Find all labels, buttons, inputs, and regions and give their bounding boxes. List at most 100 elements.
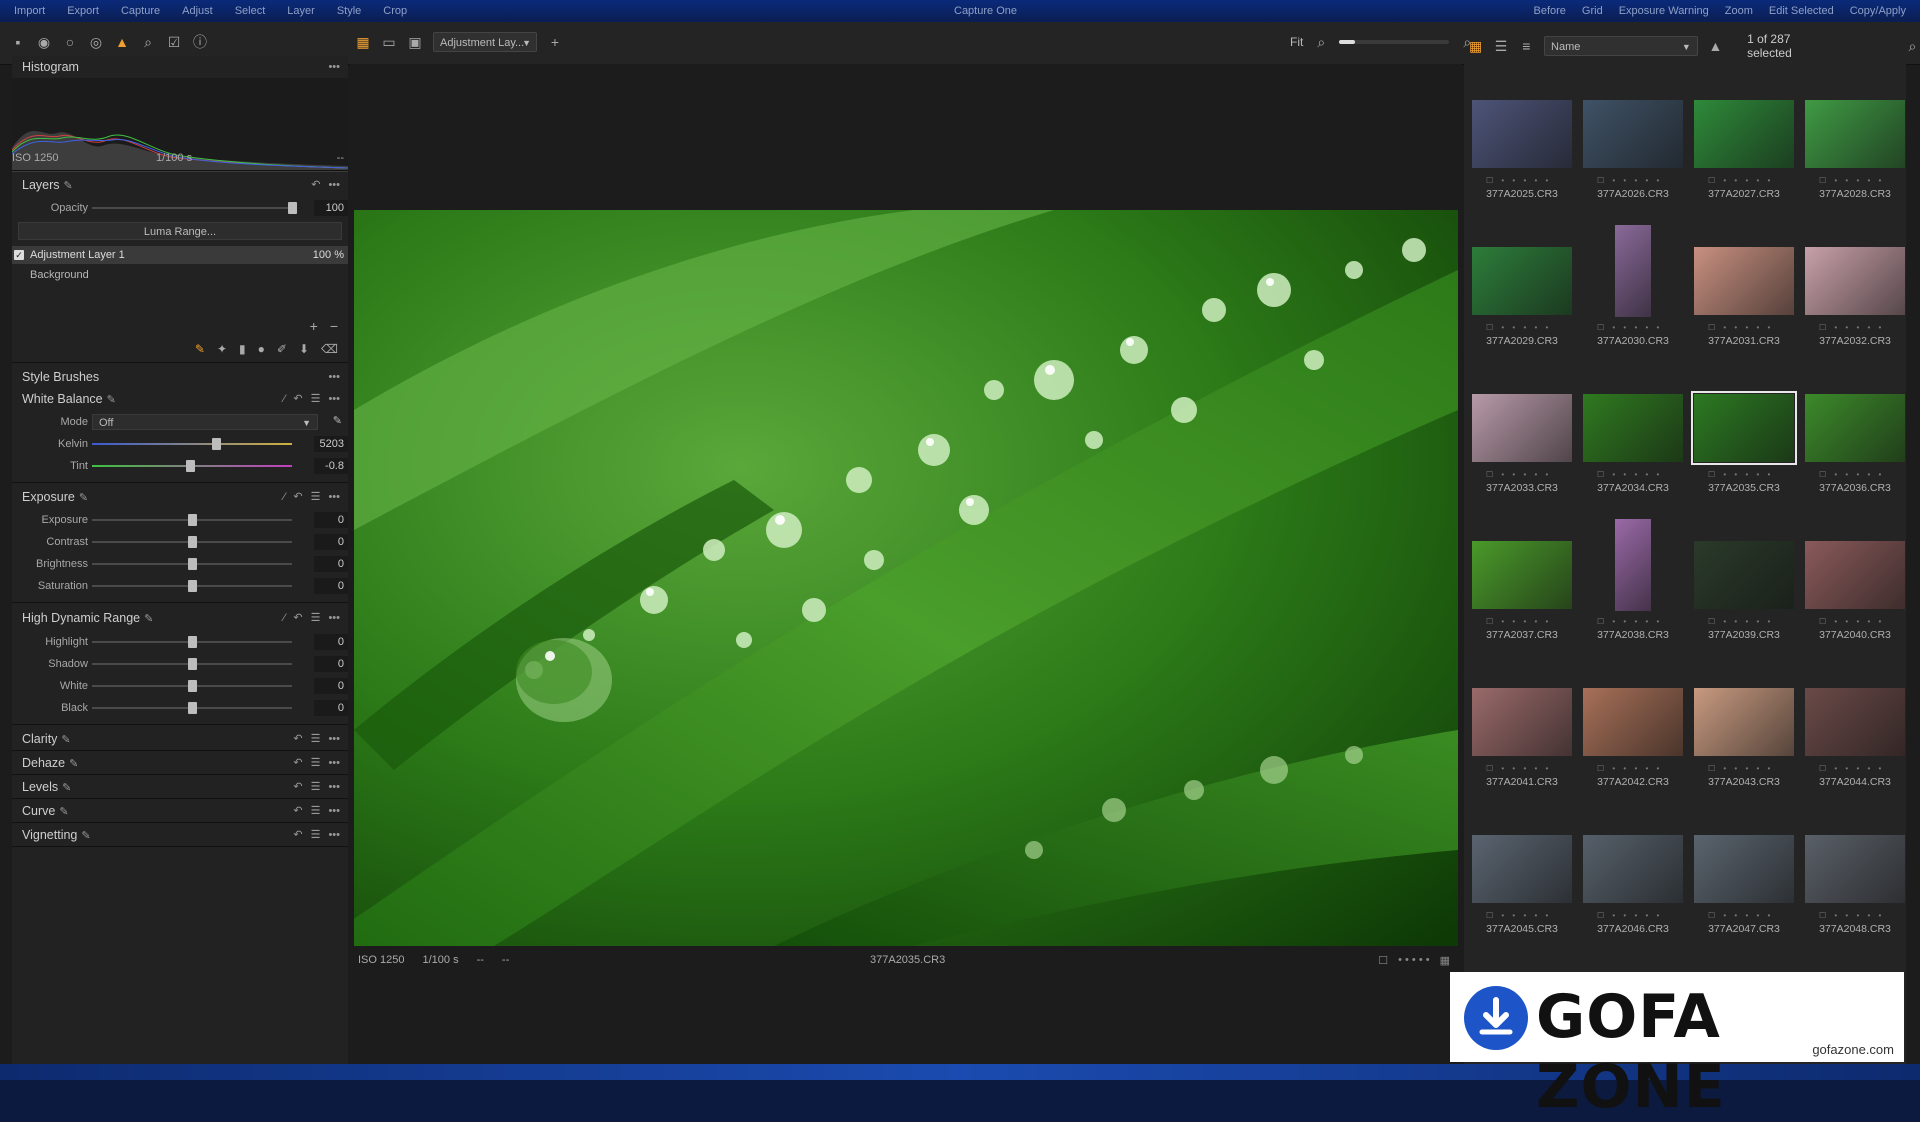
presets-icon[interactable]: ☰ — [311, 752, 321, 774]
thumbnail[interactable]: ☐ • • • • • 377A2041.CR3 — [1472, 688, 1572, 828]
thumbnail[interactable]: ☐ • • • • • 377A2045.CR3 — [1472, 835, 1572, 975]
pencil-icon[interactable]: ✎ — [61, 734, 70, 746]
menu-item-export[interactable]: Export — [67, 5, 99, 17]
presets-icon[interactable]: ☰ — [311, 776, 321, 798]
wb-mode-select[interactable]: Off ▼ — [92, 414, 318, 430]
slider-thumb[interactable] — [188, 702, 197, 714]
reset-icon[interactable]: ↶ — [293, 607, 302, 629]
thumbnail-rating[interactable]: ☐ • • • • • — [1486, 764, 1551, 773]
thumbnail-image[interactable] — [1583, 100, 1683, 168]
fit-label[interactable]: Fit — [1290, 35, 1303, 49]
slider-track[interactable] — [92, 514, 292, 526]
kelvin-slider[interactable] — [92, 438, 292, 450]
slider-thumb[interactable] — [288, 202, 297, 214]
more-icon[interactable]: ••• — [328, 728, 340, 750]
thumbnail-rating[interactable]: ☐ • • • • • — [1819, 911, 1884, 920]
zoom-slider[interactable] — [1339, 40, 1450, 44]
pencil-icon[interactable]: ✎ — [144, 613, 153, 625]
thumbnail-rating[interactable]: ☐ • • • • • — [1708, 617, 1773, 626]
thumbnail-image[interactable] — [1805, 688, 1905, 756]
menu-item-layer[interactable]: Layer — [287, 5, 315, 17]
sort-direction-icon[interactable]: ▲ — [1708, 38, 1723, 54]
presets-icon[interactable]: ☰ — [311, 388, 321, 410]
thumbnail-rating[interactable]: ☐ • • • • • — [1597, 176, 1662, 185]
slider-value[interactable]: 0 — [314, 534, 348, 550]
metadata-tab-icon[interactable]: ☑ — [166, 34, 182, 50]
presets-icon[interactable]: ☰ — [311, 486, 321, 508]
pencil-icon[interactable]: ✎ — [81, 830, 90, 842]
layer-select[interactable]: Adjustment Lay... ▼ — [433, 32, 537, 52]
slider-value[interactable]: 0 — [314, 556, 348, 572]
thumbnail[interactable]: ☐ • • • • • 377A2028.CR3 — [1805, 100, 1905, 240]
slider-value[interactable]: 0 — [314, 634, 348, 650]
thumbnail-image[interactable] — [1472, 541, 1572, 609]
presets-icon[interactable]: ☰ — [311, 728, 321, 750]
thumbnail-image[interactable] — [1472, 394, 1572, 462]
thumbnail-image[interactable] — [1472, 100, 1572, 168]
thumbnail[interactable]: ☐ • • • • • 377A2043.CR3 — [1694, 688, 1794, 828]
toolbar-item[interactable]: Grid — [1582, 5, 1603, 17]
thumbnail-image[interactable] — [1615, 225, 1651, 317]
reset-icon[interactable]: ↶ — [311, 174, 320, 196]
thumbnail[interactable]: ☐ • • • • • 377A2034.CR3 — [1583, 394, 1683, 534]
slider-track[interactable] — [92, 636, 292, 648]
slider-thumb[interactable] — [188, 514, 197, 526]
thumbnail-image[interactable] — [1583, 835, 1683, 903]
pencil-icon[interactable]: ✎ — [107, 394, 116, 406]
slider-thumb[interactable] — [188, 580, 197, 592]
thumbnail-image[interactable] — [1583, 394, 1683, 462]
thumbnail-rating[interactable]: ☐ • • • • • — [1708, 764, 1773, 773]
thumbnail-image[interactable] — [1472, 247, 1572, 315]
layer-item[interactable]: Background — [12, 266, 348, 284]
main-photo[interactable] — [354, 210, 1458, 946]
eraser-icon[interactable]: ⌫ — [321, 342, 338, 356]
slider-value[interactable]: 0 — [314, 700, 348, 716]
thumbnail-rating[interactable]: ☐ • • • • • — [1708, 323, 1773, 332]
presets-icon[interactable]: ☰ — [311, 607, 321, 629]
thumbnail-rating[interactable]: ☐ • • • • • — [1819, 470, 1884, 479]
more-icon[interactable]: ••• — [328, 366, 340, 388]
thumbnail-image[interactable] — [1694, 688, 1794, 756]
grid-view-icon[interactable]: ▦ — [355, 34, 371, 50]
menu-item-crop[interactable]: Crop — [383, 5, 407, 17]
thumbnail[interactable]: ☐ • • • • • 377A2037.CR3 — [1472, 541, 1572, 681]
thumbnail[interactable]: ☐ • • • • • 377A2032.CR3 — [1805, 247, 1905, 387]
menu-item-select[interactable]: Select — [235, 5, 266, 17]
slider-value[interactable]: 0 — [314, 512, 348, 528]
thumbnail-image[interactable] — [1472, 688, 1572, 756]
tint-value[interactable]: -0.8 — [314, 458, 348, 474]
thumbnail-image[interactable] — [1583, 688, 1683, 756]
tool-header-dehaze[interactable]: Dehaze ✎ ↶ ☰ ••• — [12, 752, 348, 774]
thumbnail-image[interactable] — [1694, 541, 1794, 609]
thumbnail-image[interactable] — [1694, 835, 1794, 903]
magic-brush-icon[interactable]: ✦ — [217, 342, 227, 356]
more-icon[interactable]: ••• — [328, 56, 340, 78]
thumbnail-image[interactable] — [1694, 100, 1794, 168]
browser-grid-icon[interactable]: ▦ — [1468, 38, 1483, 54]
slider-value[interactable]: 0 — [314, 656, 348, 672]
slider-track[interactable] — [92, 558, 292, 570]
thumbnail[interactable]: ☐ • • • • • 377A2027.CR3 — [1694, 100, 1794, 240]
fill-icon[interactable]: ⬇ — [299, 342, 309, 356]
sort-select[interactable]: Name ▼ — [1544, 36, 1698, 56]
eyedropper-icon[interactable]: ✎ — [333, 414, 342, 427]
more-icon[interactable]: ••• — [328, 752, 340, 774]
thumbnail[interactable]: ☐ • • • • • 377A2048.CR3 — [1805, 835, 1905, 975]
thumbnail-rating[interactable]: ☐ • • • • • — [1819, 176, 1884, 185]
thumbnail-rating[interactable]: ☐ • • • • • — [1597, 470, 1662, 479]
luma-range-button[interactable]: Luma Range... — [18, 222, 342, 240]
thumbnail[interactable]: ☐ • • • • • 377A2042.CR3 — [1583, 688, 1683, 828]
thumbnail[interactable]: ☐ • • • • • 377A2040.CR3 — [1805, 541, 1905, 681]
erase-icon[interactable]: ✐ — [277, 342, 287, 356]
style-brushes-header[interactable]: Style Brushes ••• — [12, 366, 348, 388]
thumbnail-image[interactable] — [1805, 247, 1905, 315]
thumbnail[interactable]: ☐ • • • • • 377A2046.CR3 — [1583, 835, 1683, 975]
thumbnail-image[interactable] — [1805, 835, 1905, 903]
color-tab-icon[interactable]: ◎ — [88, 34, 104, 50]
reset-icon[interactable]: ↶ — [293, 824, 302, 846]
slider-thumb[interactable] — [188, 536, 197, 548]
slider-thumb[interactable] — [188, 636, 197, 648]
menu-item-style[interactable]: Style — [337, 5, 361, 17]
thumbnail-image[interactable] — [1615, 519, 1651, 611]
thumbnail-rating[interactable]: ☐ • • • • • — [1708, 911, 1773, 920]
